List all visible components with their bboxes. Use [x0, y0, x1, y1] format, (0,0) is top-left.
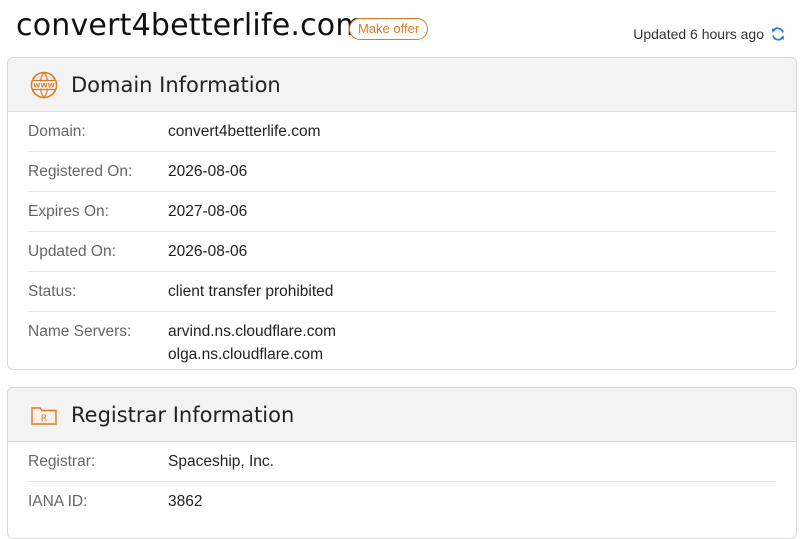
refresh-icon[interactable]: [770, 26, 786, 42]
row-label: Updated On:: [28, 242, 116, 260]
row-label: Name Servers:: [28, 323, 132, 340]
domain-information-card: WWW Domain Information Domain: convert4b…: [7, 57, 797, 370]
updated-on-row: Updated On: 2026-08-06: [28, 232, 776, 272]
domain-information-title: Domain Information: [71, 72, 281, 97]
www-globe-icon: WWW: [29, 70, 59, 100]
row-value: 2026-08-06: [168, 242, 248, 260]
iana-id-row: IANA ID: 3862: [28, 482, 776, 521]
domain-information-rows: Domain: convert4betterlife.com Registere…: [8, 112, 796, 369]
row-label: Registered On:: [28, 162, 133, 180]
registrar-information-header: R Registrar Information: [8, 388, 796, 442]
registrar-folder-icon: R: [29, 400, 59, 430]
name-server: olga.ns.cloudflare.com: [168, 346, 324, 363]
expires-on-row: Expires On: 2027-08-06: [28, 192, 776, 232]
row-value: convert4betterlife.com: [168, 122, 321, 140]
row-value: client transfer prohibited: [168, 282, 334, 300]
registered-on-row: Registered On: 2026-08-06: [28, 152, 776, 192]
row-label: Status:: [28, 282, 77, 300]
make-offer-button[interactable]: Make offer: [349, 18, 429, 40]
row-value: 3862: [168, 492, 203, 510]
registrar-information-title: Registrar Information: [71, 402, 295, 427]
row-label: IANA ID:: [28, 492, 88, 510]
name-server: arvind.ns.cloudflare.com: [168, 323, 336, 340]
status-row: Status: client transfer prohibited: [28, 272, 776, 312]
registrar-information-card: R Registrar Information Registrar: Space…: [7, 387, 797, 539]
row-label: Domain:: [28, 122, 86, 140]
name-servers-list: arvind.ns.cloudflare.com olga.ns.cloudfl…: [168, 320, 336, 366]
domain-row: Domain: convert4betterlife.com: [28, 112, 776, 152]
name-servers-row: Name Servers: arvind.ns.cloudflare.com o…: [28, 312, 776, 369]
row-value: 2026-08-06: [168, 162, 248, 180]
row-value: Spaceship, Inc.: [168, 452, 274, 470]
registrar-information-rows: Registrar: Spaceship, Inc. IANA ID: 3862: [8, 442, 796, 521]
svg-text:WWW: WWW: [33, 81, 55, 89]
svg-text:R: R: [41, 414, 47, 424]
domain-title: convert4betterlife.com: [16, 8, 365, 43]
row-value: 2027-08-06: [168, 202, 248, 220]
domain-information-header: WWW Domain Information: [8, 58, 796, 112]
updated-text: Updated 6 hours ago: [633, 26, 764, 42]
row-label: Registrar:: [28, 452, 96, 470]
row-label: Expires On:: [28, 202, 109, 220]
updated-status: Updated 6 hours ago: [633, 26, 786, 42]
top-bar: convert4betterlife.com Make offer Update…: [0, 0, 804, 56]
registrar-row: Registrar: Spaceship, Inc.: [28, 442, 776, 482]
